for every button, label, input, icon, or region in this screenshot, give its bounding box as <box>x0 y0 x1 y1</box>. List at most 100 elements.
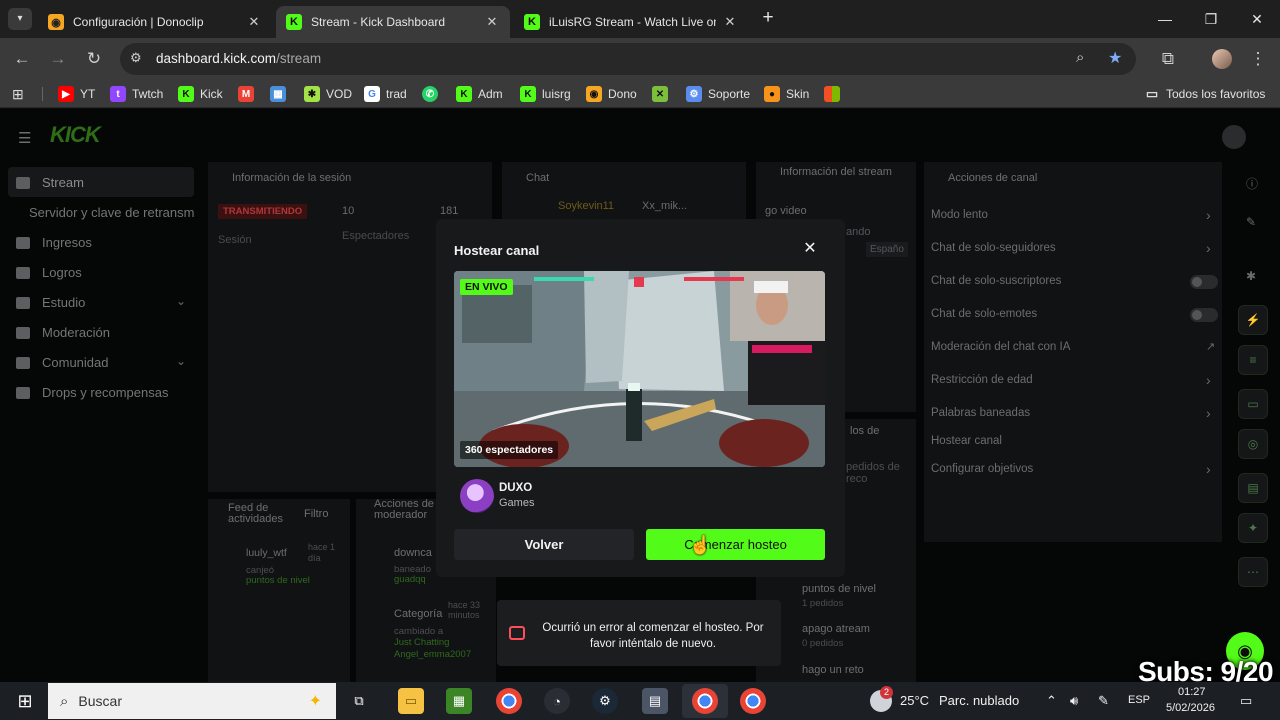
bookmark-vod[interactable]: ✱ VOD <box>304 85 352 103</box>
stream-thumbnail[interactable]: EN VIVO 360 espectadores <box>454 271 825 467</box>
info-icon[interactable]: ⓘ <box>1246 175 1258 192</box>
bookmark-dono[interactable]: ◉ Dono <box>586 85 637 103</box>
chrome-icon[interactable] <box>692 688 718 714</box>
chevron-down-icon[interactable]: ⌄ <box>176 354 186 368</box>
bookmark-skin[interactable]: ● Skin <box>764 85 809 103</box>
sidebar-item-studio[interactable]: Estudio <box>16 295 85 310</box>
action-ai-moderation[interactable]: Moderación del chat con IA <box>931 341 1070 353</box>
sidebar-item-stream[interactable]: Stream <box>16 175 84 190</box>
sidebar-item-drops[interactable]: Drops y recompensas <box>16 385 168 400</box>
language-indicator[interactable]: ESP <box>1128 694 1150 706</box>
bookmark-luisrg[interactable]: Kluisrg <box>520 85 571 103</box>
clock-time[interactable]: 01:27 <box>1178 686 1206 698</box>
action-emotes-only[interactable]: Chat de solo-emotes <box>931 308 1037 320</box>
settings-icon[interactable]: ✱ <box>1246 269 1256 283</box>
toggle-emotes-only[interactable] <box>1190 308 1218 322</box>
windows-start-icon[interactable]: ⊞ <box>12 688 38 714</box>
action-followers-only[interactable]: Chat de solo-seguidores <box>931 242 1056 254</box>
action-subs-only[interactable]: Chat de solo-suscriptores <box>931 275 1061 287</box>
back-button[interactable]: Volver <box>454 529 634 560</box>
channel-name[interactable]: DUXO <box>499 482 532 494</box>
reward-name[interactable]: puntos de nivel <box>802 583 876 595</box>
chevron-right-icon[interactable]: › <box>1206 240 1211 256</box>
reward-name[interactable]: apago atream <box>802 623 870 635</box>
bookmark-whatsapp[interactable]: ✆ <box>422 85 444 103</box>
reload-icon[interactable]: ↻ <box>82 47 106 71</box>
forward-arrow-icon[interactable]: → <box>46 47 70 71</box>
bookmark-kick[interactable]: K Kick <box>178 85 223 103</box>
chevron-right-icon[interactable]: › <box>1206 461 1211 477</box>
app-window-icon[interactable]: ▤ <box>642 688 668 714</box>
chevron-right-icon[interactable]: › <box>1206 372 1211 388</box>
tab-kick-dashboard[interactable]: K Stream - Kick Dashboard ✕ <box>276 6 510 38</box>
bookmark-trad[interactable]: Gtrad <box>364 85 407 103</box>
new-tab-button[interactable]: + <box>758 7 778 29</box>
steam-icon[interactable]: ⚙ <box>592 688 618 714</box>
rail-button-list[interactable]: ≡ <box>1238 345 1268 375</box>
menu-kebab-icon[interactable]: ⋮ <box>1246 47 1270 71</box>
chat-username[interactable]: Soykevin11 <box>558 200 614 212</box>
sidebar-item-server-key[interactable]: Servidor y clave de retransm <box>29 205 207 220</box>
tab-search-button[interactable]: ▾ <box>8 8 32 30</box>
rail-button-share[interactable]: ⋯ <box>1238 557 1268 587</box>
bookmark-soporte[interactable]: ⚙ Soporte <box>686 85 750 103</box>
bookmark-grid[interactable]: ▦ <box>270 85 292 103</box>
back-arrow-icon[interactable]: ← <box>10 47 34 71</box>
app-icon[interactable]: ◔ <box>544 688 570 714</box>
minecraft-icon[interactable]: ▦ <box>446 688 472 714</box>
chevron-down-icon[interactable]: ⌄ <box>176 294 186 308</box>
user-avatar[interactable] <box>1222 125 1246 149</box>
file-explorer-icon[interactable]: ▭ <box>398 688 424 714</box>
close-icon[interactable]: ✕ <box>484 14 500 30</box>
sidebar-item-moderation[interactable]: Moderación <box>16 325 110 340</box>
chat-username[interactable]: Xx_mik... <box>642 200 687 212</box>
action-configure-goals[interactable]: Configurar objetivos <box>931 463 1033 475</box>
hamburger-menu-icon[interactable]: ☰ <box>18 129 31 147</box>
all-bookmarks-folder[interactable]: ▭ Todos los favoritos <box>1144 85 1266 103</box>
activity-user[interactable]: luuly_wtf <box>246 547 287 559</box>
sidebar-item-community[interactable]: Comunidad <box>16 355 109 370</box>
channel-avatar[interactable] <box>460 479 494 513</box>
notifications-icon[interactable]: ▭ <box>1240 693 1252 709</box>
speaker-icon[interactable]: 🔊︎ <box>1070 693 1078 709</box>
close-window-icon[interactable]: ✕ <box>1242 8 1272 30</box>
bookmark-adm[interactable]: K Adm <box>456 85 503 103</box>
chevron-up-icon[interactable]: ⌃ <box>1046 693 1057 709</box>
taskbar-search[interactable]: ⌕ Buscar ✦ <box>48 683 336 719</box>
start-host-button[interactable]: Comenzar hosteo <box>646 529 825 560</box>
address-bar[interactable]: ⚙ dashboard.kick.com/stream ⌕ ★ <box>120 43 1136 75</box>
zoom-icon[interactable]: ⌕ <box>1076 49 1084 66</box>
rail-button-stack[interactable]: ▤ <box>1238 473 1268 503</box>
site-settings-icon[interactable]: ⚙ <box>130 50 142 66</box>
tab-donoclip[interactable]: ◉ Configuración | Donoclip ✕ <box>38 6 272 38</box>
apps-grid-icon[interactable]: ⊞ <box>12 85 24 103</box>
restore-icon[interactable]: ❐ <box>1196 8 1226 30</box>
bookmark-xbox[interactable]: ✕ <box>652 85 674 103</box>
task-view-icon[interactable]: ⧉ <box>346 688 372 714</box>
rail-button-lightning[interactable]: ⚡ <box>1238 305 1268 335</box>
pencil-icon[interactable]: ✎ <box>1246 215 1256 229</box>
close-icon[interactable]: ✕ <box>800 239 820 259</box>
action-banned-words[interactable]: Palabras baneadas <box>931 407 1030 419</box>
weather-temp[interactable]: 25°C <box>900 693 929 708</box>
rail-button-chat[interactable]: ▭ <box>1238 389 1268 419</box>
extensions-icon[interactable]: ⧉ <box>1156 47 1180 71</box>
chrome-icon[interactable] <box>496 688 522 714</box>
chevron-right-icon[interactable]: › <box>1206 207 1211 223</box>
rail-button-wrench[interactable]: ✦ <box>1238 513 1268 543</box>
action-host-channel[interactable]: Hostear canal <box>931 435 1002 447</box>
clock-date[interactable]: 5/02/2026 <box>1166 702 1215 714</box>
sidebar-item-achievements[interactable]: Logros <box>16 265 82 280</box>
bookmark-microsoft[interactable] <box>824 85 846 103</box>
close-icon[interactable]: ✕ <box>246 14 262 30</box>
sidebar-item-income[interactable]: Ingresos <box>16 235 92 250</box>
action-age-restriction[interactable]: Restricción de edad <box>931 374 1033 386</box>
toggle-subs-only[interactable] <box>1190 275 1218 289</box>
action-slow-mode[interactable]: Modo lento <box>931 209 988 221</box>
bookmark-twitch[interactable]: t Twtch <box>110 85 163 103</box>
minimize-icon[interactable]: — <box>1150 8 1180 30</box>
bookmark-star-icon[interactable]: ★ <box>1108 48 1122 68</box>
profile-avatar[interactable] <box>1212 49 1232 69</box>
chevron-right-icon[interactable]: › <box>1206 405 1211 421</box>
weather-desc[interactable]: Parc. nublado <box>939 693 1019 708</box>
